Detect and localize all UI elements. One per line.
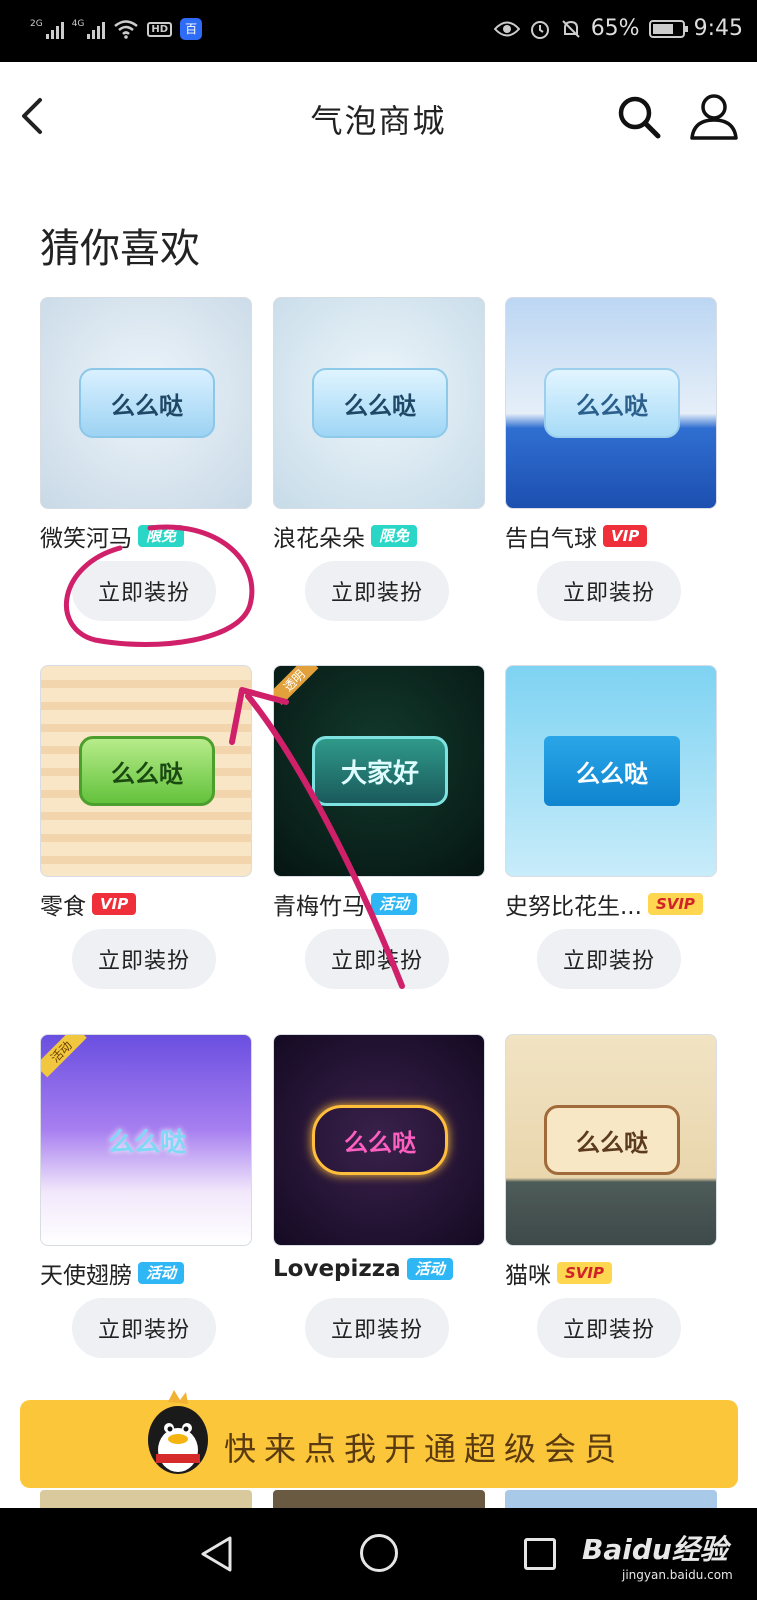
bubble-preview[interactable]: 么么哒 (40, 665, 252, 877)
item-meta: 告白气球 VIP (505, 519, 745, 553)
clock: 9:45 (693, 16, 743, 41)
equip-button[interactable]: 立即装扮 (537, 929, 681, 989)
item-name: 告白气球 (505, 526, 597, 552)
bubble-sample: 么么哒 (312, 1105, 448, 1175)
status-right: 65% 9:45 (493, 16, 743, 41)
bubble-sample: 么么哒 (79, 736, 215, 806)
bubble-preview[interactable]: 么么哒 (505, 1034, 717, 1246)
bubble-card[interactable]: 么么哒 微笑河马 限免 立即装扮 (40, 297, 252, 621)
bubble-card[interactable]: 透明 大家好 青梅竹马 活动 立即装扮 (273, 665, 485, 989)
promo-text: 快来点我开通超级会员 (223, 1430, 624, 1468)
header: 气泡商城 (0, 62, 757, 172)
equip-button[interactable]: 立即装扮 (305, 1298, 449, 1358)
item-meta: 微笑河马 限免 (40, 519, 280, 553)
bubble-card[interactable]: 么么哒 史努比花生... SVIP 立即装扮 (505, 665, 717, 989)
item-meta: 浪花朵朵 限免 (273, 519, 513, 553)
equip-button[interactable]: 立即装扮 (305, 929, 449, 989)
item-meta: 史努比花生... SVIP (505, 887, 745, 921)
status-left: 2G 4G HD 百 (30, 18, 203, 40)
system-nav-bar: Baidu经验 jingyan.baidu.com (0, 1508, 757, 1600)
corner-tag: 活动 (41, 1035, 87, 1078)
signal-icon-sim1: 2G (30, 19, 64, 39)
watermark: Baidu经验 jingyan.baidu.com (582, 1528, 733, 1582)
bubble-sample: 么么哒 (107, 1127, 186, 1158)
section-title: 猜你喜欢 (40, 226, 200, 272)
bubble-card[interactable]: 么么哒 猫咪 SVIP 立即装扮 (505, 1034, 717, 1358)
bubble-sample: 么么哒 (312, 368, 448, 438)
next-row-preview (273, 1490, 485, 1510)
item-badge: VIP (603, 525, 648, 547)
bubble-preview[interactable]: 么么哒 (505, 665, 717, 877)
alarm-icon (530, 20, 549, 39)
signal-icon-sim2: 4G (72, 19, 106, 39)
search-icon[interactable] (614, 92, 664, 142)
item-badge: SVIP (647, 893, 703, 915)
bubble-sample: 么么哒 (544, 368, 680, 438)
item-name: 浪花朵朵 (273, 526, 365, 552)
status-bar: 2G 4G HD 百 65% 9:45 (0, 0, 757, 62)
item-badge: 活动 (406, 1258, 453, 1280)
bubble-card[interactable]: 么么哒 浪花朵朵 限免 立即装扮 (273, 297, 485, 621)
equip-button[interactable]: 立即装扮 (537, 561, 681, 621)
bubble-preview[interactable]: 么么哒 (40, 297, 252, 509)
nav-home-icon[interactable] (360, 1534, 398, 1572)
nav-back-icon[interactable] (198, 1534, 234, 1574)
nav-recents-icon[interactable] (524, 1538, 556, 1570)
bubble-sample: 么么哒 (79, 368, 215, 438)
equip-button[interactable]: 立即装扮 (305, 561, 449, 621)
bubble-card[interactable]: 么么哒 告白气球 VIP 立即装扮 (505, 297, 717, 621)
item-meta: 零食 VIP (40, 887, 280, 921)
item-badge: VIP (92, 893, 137, 915)
equip-button[interactable]: 立即装扮 (72, 929, 216, 989)
item-name: Lovepizza (273, 1256, 401, 1282)
item-name: 微笑河马 (40, 526, 132, 552)
item-name: 猫咪 (505, 1263, 551, 1289)
hd-icon: HD (147, 21, 173, 37)
item-badge: 限免 (371, 525, 418, 547)
equip-button[interactable]: 立即装扮 (72, 561, 216, 621)
wifi-icon (114, 20, 139, 39)
item-badge: 活动 (371, 893, 418, 915)
eye-icon (493, 21, 520, 36)
item-meta: 青梅竹马 活动 (273, 887, 513, 921)
bubble-preview[interactable]: 么么哒 (273, 297, 485, 509)
baidu-app-icon: 百 (180, 18, 203, 40)
bubble-preview[interactable]: 么么哒 (273, 1034, 485, 1246)
next-row-preview (505, 1490, 717, 1510)
bubble-sample: 么么哒 (544, 736, 680, 806)
equip-button[interactable]: 立即装扮 (72, 1298, 216, 1358)
battery-icon (648, 19, 688, 38)
battery-percent: 65% (590, 16, 640, 41)
item-badge: 活动 (138, 1262, 185, 1284)
watermark-url: jingyan.baidu.com (622, 1568, 733, 1582)
item-meta: 猫咪 SVIP (505, 1256, 745, 1290)
item-badge: 限免 (138, 525, 185, 547)
item-name: 史努比花生... (505, 894, 642, 920)
bubble-preview[interactable]: 透明 大家好 (273, 665, 485, 877)
item-name: 天使翅膀 (40, 1263, 132, 1289)
bubble-card[interactable]: 么么哒 零食 VIP 立即装扮 (40, 665, 252, 989)
bubble-sample: 么么哒 (544, 1105, 680, 1175)
next-row-preview (40, 1490, 252, 1510)
bubble-preview[interactable]: 么么哒 (505, 297, 717, 509)
equip-button[interactable]: 立即装扮 (537, 1298, 681, 1358)
user-icon[interactable] (688, 90, 740, 142)
item-name: 零食 (40, 894, 86, 920)
item-name: 青梅竹马 (273, 894, 365, 920)
item-meta: Lovepizza 活动 (273, 1256, 513, 1282)
item-meta: 天使翅膀 活动 (40, 1256, 280, 1290)
item-badge: SVIP (557, 1262, 612, 1284)
watermark-logo: Baidu经验 (582, 1533, 728, 1566)
bubble-preview[interactable]: 活动 么么哒 (40, 1034, 252, 1246)
bubble-card[interactable]: 么么哒 Lovepizza 活动 立即装扮 (273, 1034, 485, 1358)
bubble-sample: 大家好 (312, 736, 448, 806)
promo-banner[interactable]: 快来点我开通超级会员 (20, 1390, 738, 1488)
bubble-card[interactable]: 活动 么么哒 天使翅膀 活动 立即装扮 (40, 1034, 252, 1358)
mute-bell-icon (561, 19, 580, 38)
corner-tag: 透明 (274, 666, 319, 705)
battery-fill (652, 23, 673, 34)
